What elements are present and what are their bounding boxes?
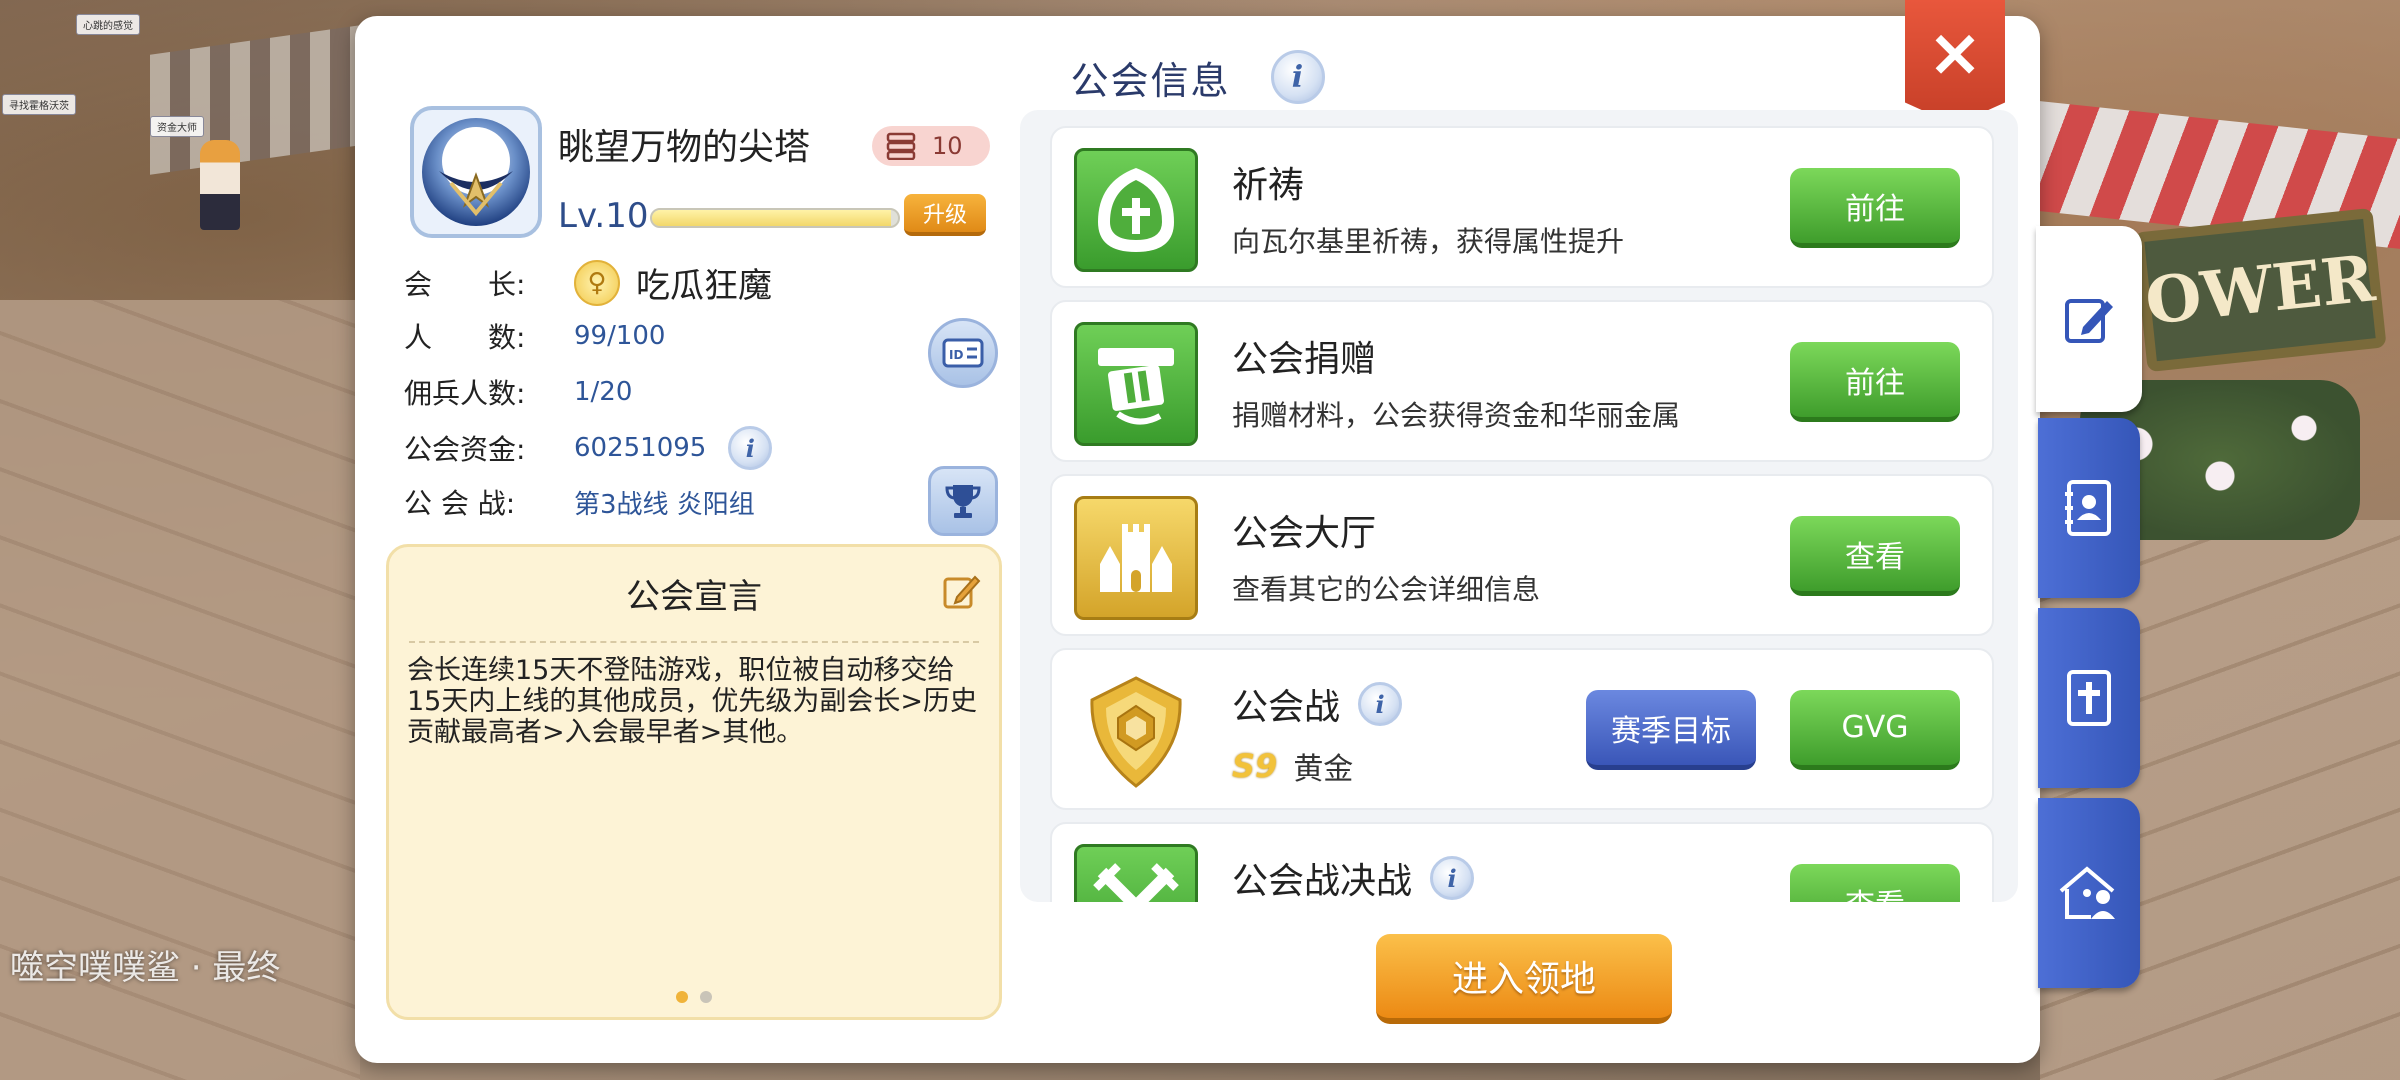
members-label: 人 数:: [404, 321, 526, 354]
activity-item-guild-war-final[interactable]: 公会战决战 i 查看: [1050, 822, 1994, 902]
guild-id-button[interactable]: ID: [928, 318, 998, 388]
view-button[interactable]: 查看: [1790, 516, 1960, 596]
guild-war-final-info-icon[interactable]: i: [1430, 856, 1475, 900]
player-name-tag: 噬空噗噗鲨 · 最终: [10, 948, 281, 988]
guild-war-label: 公 会 战:: [404, 487, 516, 520]
guild-war-row: 公 会 战: 第3战线 炎阳组: [404, 482, 755, 522]
info-icon[interactable]: i: [1270, 50, 1325, 104]
funds-info-icon[interactable]: i: [728, 426, 773, 470]
members-value: 99/100: [574, 321, 666, 351]
guild-manifesto-card: 公会宣言 会长连续15天不登陆游戏，职位被自动移交给15天内上线的其他成员，优先…: [386, 544, 1002, 1020]
tab-guild-banner[interactable]: [2038, 608, 2140, 788]
background-npc: [200, 140, 240, 230]
svg-text:ID: ID: [949, 348, 963, 362]
manifesto-pager[interactable]: [389, 991, 999, 1003]
season-goal-button[interactable]: 赛季目标: [1586, 690, 1756, 770]
activity-item-guild-war[interactable]: 公会战 i S9 黄金 赛季目标 GVG: [1050, 648, 1994, 810]
pager-dot-active[interactable]: [676, 991, 688, 1003]
tab-guild-house[interactable]: [2038, 798, 2140, 988]
enter-territory-button[interactable]: 进入领地: [1376, 934, 1672, 1024]
members-row: 人 数: 99/100: [404, 316, 665, 356]
npc-label[interactable]: 寻找霍格沃茨: [2, 94, 76, 115]
crossed-swords-icon: [1074, 844, 1198, 902]
activity-desc: 向瓦尔基里祈祷，获得属性提升: [1232, 225, 1625, 258]
castle-icon: [1074, 496, 1198, 620]
guild-name: 眺望万物的尖塔: [558, 127, 811, 168]
npc-label[interactable]: 心跳的感觉: [76, 14, 140, 35]
guild-emblem-icon: [422, 118, 530, 226]
manifesto-divider: [409, 641, 979, 643]
go-button[interactable]: 前往: [1790, 168, 1960, 248]
leader-label: 会 长:: [404, 267, 526, 301]
guild-war-info-icon[interactable]: i: [1358, 682, 1403, 726]
guild-house-icon: [2059, 866, 2115, 919]
close-button[interactable]: ×: [1905, 0, 2005, 125]
activity-title: 公会战决战: [1232, 861, 1413, 902]
contact-book-icon: [2065, 480, 2111, 536]
guild-war-value: 第3战线 炎阳组: [574, 489, 755, 520]
view-button[interactable]: 查看: [1790, 864, 1960, 902]
funds-row: 公会资金: 60251095 i: [404, 426, 773, 470]
background-awning: [150, 25, 360, 175]
activity-title: 公会捐赠: [1232, 339, 1377, 380]
go-button[interactable]: 前往: [1790, 342, 1960, 422]
season-rank: S9 黄金: [1232, 744, 1353, 788]
leader-name[interactable]: 吃瓜狂魔: [636, 258, 772, 307]
guild-ranking-button[interactable]: [928, 466, 998, 536]
manifesto-title: 公会宣言: [626, 577, 762, 617]
funds-label: 公会资金:: [404, 433, 526, 466]
tab-members[interactable]: [2038, 418, 2140, 598]
background-sign: OWER: [2133, 207, 2387, 373]
upgrade-button[interactable]: 升级: [904, 194, 986, 236]
gvg-button[interactable]: GVG: [1790, 690, 1960, 770]
mercenary-label: 佣兵人数:: [404, 377, 526, 410]
funds-value: 60251095: [574, 433, 707, 463]
donation-icon: [1074, 322, 1198, 446]
activity-title: 公会大厅: [1232, 513, 1377, 554]
guild-level-progress-fill: [652, 210, 891, 226]
activity-item-prayer[interactable]: 祈祷 向瓦尔基里祈祷，获得属性提升 前往: [1050, 126, 1994, 288]
server-stack-icon: [886, 132, 916, 160]
guild-rank-value: 10: [932, 132, 963, 160]
season-label: S9: [1232, 747, 1278, 785]
mercenary-value: 1/20: [574, 377, 633, 407]
guild-level: Lv.10: [558, 196, 649, 236]
leader-row: 会 长: ♀ 吃瓜狂魔: [404, 258, 772, 307]
activity-desc: 捐赠材料，公会获得资金和华丽金属: [1232, 399, 1681, 432]
activity-desc: 查看其它的公会详细信息: [1232, 573, 1541, 606]
activity-item-donation[interactable]: 公会捐赠 捐赠材料，公会获得资金和华丽金属 前往: [1050, 300, 1994, 462]
close-icon: ×: [1927, 14, 1983, 91]
dialog-title: 公会信息: [1070, 58, 1231, 103]
trophy-icon: [945, 485, 981, 518]
activity-title: 祈祷: [1232, 165, 1305, 206]
rank-label: 黄金: [1293, 752, 1354, 787]
activity-item-guild-hall[interactable]: 公会大厅 查看其它的公会详细信息 查看: [1050, 474, 1994, 636]
manifesto-text: 会长连续15天不登陆游戏，职位被自动移交给15天内上线的其他成员，优先级为副会长…: [407, 655, 977, 748]
guild-level-progress: [650, 208, 900, 228]
activity-title-row: 公会战决战 i: [1232, 852, 1475, 902]
guild-rank-badge: 10: [872, 126, 990, 166]
tab-guild-info[interactable]: [2036, 226, 2142, 412]
activity-list[interactable]: 祈祷 向瓦尔基里祈祷，获得属性提升 前往 公会捐赠 捐赠材料，公会获得资金和华丽…: [1020, 110, 2018, 902]
female-icon: ♀: [574, 259, 620, 306]
activity-title: 公会战: [1232, 687, 1341, 728]
activity-title-row: 公会战 i: [1232, 678, 1403, 730]
guild-emblem[interactable]: [410, 106, 542, 238]
edit-icon: [2065, 299, 2113, 343]
npc-label[interactable]: 资金大师: [150, 116, 204, 137]
pager-dot[interactable]: [700, 991, 712, 1003]
gold-rank-emblem-icon: [1074, 670, 1198, 794]
edit-icon[interactable]: [941, 571, 981, 611]
id-card-icon: ID: [942, 338, 984, 368]
mercenary-row: 佣兵人数: 1/20: [404, 372, 632, 412]
cross-banner-icon: [2067, 670, 2111, 726]
prayer-icon: [1074, 148, 1198, 272]
dialog-header: 公会信息 i: [355, 46, 2040, 108]
